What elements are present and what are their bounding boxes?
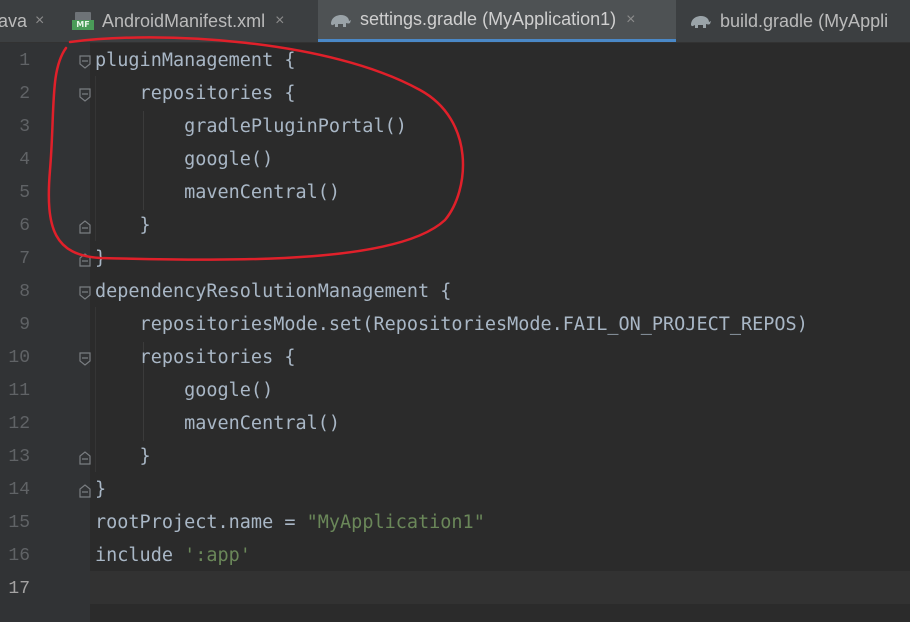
line-number: 12 [8, 414, 30, 434]
code-line: pluginManagement { [95, 50, 296, 71]
code-line: } [95, 248, 107, 269]
code-line: include ':app' [95, 539, 251, 572]
tab-android-manifest[interactable]: MF AndroidManifest.xml × [72, 0, 284, 42]
manifest-file-icon: MF [72, 12, 94, 30]
code-token: rootProject.name = [95, 512, 307, 533]
tab-label: build.gradle (MyAppli [720, 10, 889, 31]
code-editor[interactable]: pluginManagement { repositories { gradle… [90, 43, 910, 622]
code-line: } [95, 215, 151, 236]
gradle-elephant-icon [331, 14, 351, 27]
line-number: 4 [19, 150, 30, 170]
code-line: google() [95, 149, 274, 170]
code-line: repositoriesMode.set(RepositoriesMode.FA… [95, 314, 808, 335]
line-number: 8 [19, 282, 30, 302]
tab-settings-gradle[interactable]: settings.gradle (MyApplication1) × [318, 0, 676, 42]
line-number-current: 17 [8, 579, 30, 599]
code-line: mavenCentral() [95, 413, 341, 434]
line-number: 10 [8, 348, 30, 368]
close-icon[interactable]: × [626, 11, 635, 29]
line-number: 7 [19, 249, 30, 269]
tab-label: ava [0, 10, 28, 31]
code-line: google() [95, 380, 274, 401]
code-line: rootProject.name = "MyApplication1" [95, 506, 485, 539]
close-icon[interactable]: × [275, 12, 284, 30]
line-number: 16 [8, 546, 30, 566]
editor-gutter: 1 2 3 4 5 6 7 8 9 10 11 12 13 14 15 16 1… [0, 43, 91, 622]
line-number: 9 [19, 315, 30, 335]
code-token: include [95, 545, 185, 566]
line-number: 13 [8, 447, 30, 467]
code-line: dependencyResolutionManagement { [95, 281, 452, 302]
line-number: 15 [8, 513, 30, 533]
string-literal: ':app' [184, 545, 251, 566]
code-line: repositories { [95, 347, 296, 368]
line-number: 5 [19, 183, 30, 203]
string-literal: "MyApplication1" [306, 512, 485, 533]
code-line: gradlePluginPortal() [95, 116, 407, 137]
line-number: 2 [19, 84, 30, 104]
tab-label: settings.gradle (MyApplication1) [360, 9, 617, 29]
current-line-highlight [90, 571, 910, 604]
line-number: 14 [8, 480, 30, 500]
gradle-elephant-icon [691, 16, 711, 28]
line-number: 3 [19, 117, 30, 137]
line-number: 6 [19, 216, 30, 236]
close-icon[interactable]: × [35, 12, 44, 30]
tab-label: AndroidManifest.xml [102, 10, 266, 31]
line-number: 11 [8, 381, 30, 401]
code-line: mavenCentral() [95, 182, 341, 203]
tab-java-file[interactable]: ava × [0, 0, 44, 42]
code-line: } [95, 446, 151, 467]
code-line: } [95, 479, 107, 500]
tab-build-gradle[interactable]: build.gradle (MyAppli [688, 0, 888, 42]
code-line: repositories { [95, 83, 296, 104]
line-number: 1 [19, 51, 30, 71]
editor-tab-bar: ava × MF AndroidManifest.xml × settings.… [0, 0, 910, 43]
